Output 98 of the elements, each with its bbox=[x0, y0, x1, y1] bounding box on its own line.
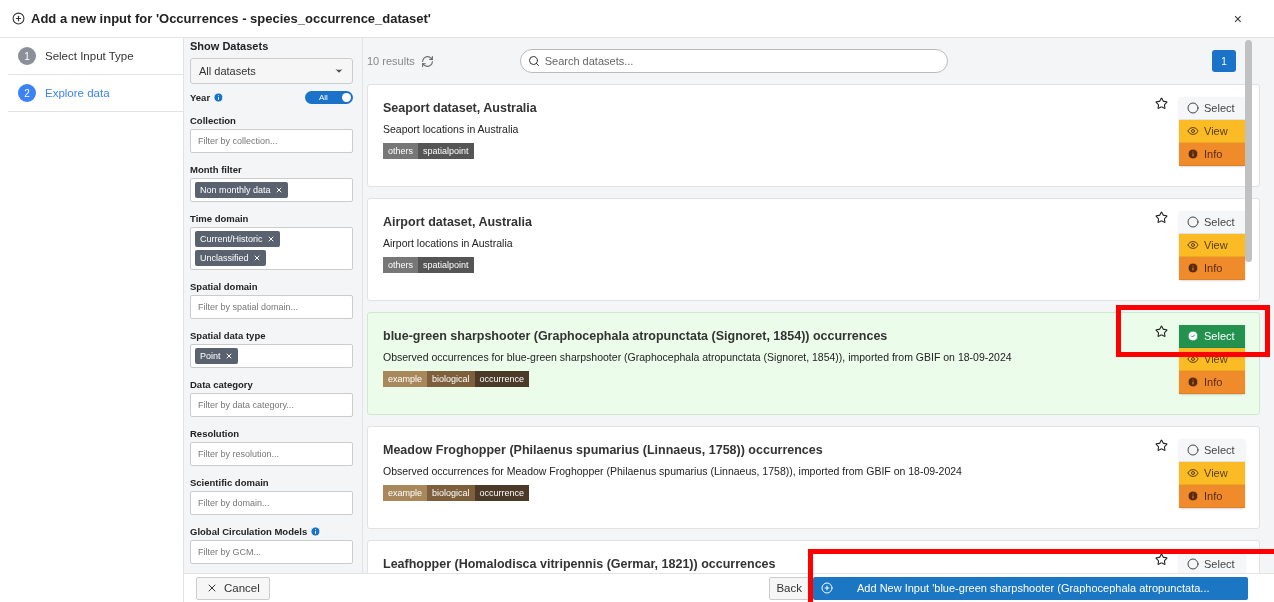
filter-chip[interactable]: Non monthly data bbox=[195, 182, 288, 198]
filter-label: Year bbox=[190, 92, 211, 103]
info-button[interactable]: Info bbox=[1179, 371, 1245, 394]
filter-field[interactable]: Non monthly data bbox=[190, 178, 353, 202]
step-item[interactable]: 2 Explore data bbox=[8, 75, 183, 112]
eye-icon bbox=[1187, 239, 1199, 251]
filter-field[interactable]: Filter by spatial domain... bbox=[190, 295, 353, 319]
refresh-icon[interactable] bbox=[420, 54, 434, 68]
star-icon[interactable] bbox=[1155, 211, 1168, 224]
dataset-select[interactable]: All datasets bbox=[190, 58, 353, 84]
dataset-description: Observed occurrences for Meadow Froghopper (Philaenus spumarius (Linnaeus, 1758)), imported from GBIF on 18-09-2024 bbox=[383, 465, 963, 477]
select-button[interactable]: Select bbox=[1179, 211, 1245, 234]
view-button[interactable]: View bbox=[1179, 120, 1245, 143]
dataset-tag: example bbox=[383, 485, 428, 501]
info-button[interactable]: Info bbox=[1179, 257, 1245, 280]
remove-icon[interactable] bbox=[274, 186, 283, 194]
year-toggle[interactable]: All bbox=[305, 91, 353, 104]
filter-label: Time domain bbox=[190, 213, 250, 224]
dataset-tag: occurrence bbox=[474, 371, 530, 387]
filter-label: Spatial domain bbox=[190, 281, 258, 292]
star-icon[interactable] bbox=[1155, 439, 1168, 452]
view-button[interactable]: View bbox=[1179, 462, 1245, 485]
remove-icon[interactable] bbox=[266, 235, 275, 243]
circle-icon bbox=[1187, 102, 1199, 114]
dataset-tag: others bbox=[383, 143, 418, 159]
filter-label: Month filter bbox=[190, 164, 243, 175]
close-button[interactable]: × bbox=[1233, 10, 1262, 27]
select-button[interactable]: Select bbox=[1179, 97, 1245, 120]
dataset-tag: biological bbox=[427, 371, 475, 387]
eye-icon bbox=[1187, 125, 1199, 137]
dataset-tag: occurrence bbox=[474, 485, 530, 501]
filter-chip[interactable]: Current/Historic bbox=[195, 231, 280, 247]
dataset-tag: spatialpoint bbox=[418, 143, 474, 159]
step-number: 2 bbox=[18, 84, 36, 102]
info-icon bbox=[1187, 262, 1199, 274]
dataset-tag: biological bbox=[427, 485, 475, 501]
caret-icon bbox=[334, 66, 344, 76]
dataset-tag: spatialpoint bbox=[418, 257, 474, 273]
results-count: 10 results bbox=[367, 55, 415, 67]
dataset-description: Observed occurrences for blue-green sharpshooter (Graphocephala atropunctata (Signoret, 1854)), imported from GBIF on 18-09-2024 bbox=[383, 351, 1013, 363]
add-input-button[interactable]: Add New Input 'blue-green sharpshooter (Graphocephala atropunctata... bbox=[813, 576, 1248, 600]
filter-label: Data category bbox=[190, 379, 253, 390]
back-button[interactable]: Back bbox=[769, 576, 809, 600]
filter-label: Show Datasets bbox=[190, 40, 270, 52]
filter-field[interactable]: Filter by collection... bbox=[190, 129, 353, 153]
filter-label: Global Circulation Models bbox=[190, 526, 308, 537]
circle-icon bbox=[1187, 216, 1199, 228]
step-label: Select Input Type bbox=[45, 50, 134, 62]
dataset-title: Leafhopper (Homalodisca vitripennis (Germar, 1821)) occurrences bbox=[383, 557, 777, 571]
dialog-title: Add a new input for 'Occurrences - species_occurrence_dataset' bbox=[31, 11, 432, 26]
star-icon[interactable] bbox=[1155, 97, 1168, 110]
filter-chip[interactable]: Point bbox=[195, 348, 238, 364]
filter-field[interactable]: Current/Historic Unclassified bbox=[190, 227, 353, 270]
filter-label: Scientific domain bbox=[190, 477, 269, 488]
star-icon[interactable] bbox=[1155, 325, 1168, 338]
filter-chip[interactable]: Unclassified bbox=[195, 250, 266, 266]
cancel-button[interactable]: Cancel bbox=[196, 576, 270, 600]
filter-field[interactable]: Filter by domain... bbox=[190, 491, 353, 515]
dataset-tag: others bbox=[383, 257, 418, 273]
step-item[interactable]: 1 Select Input Type bbox=[8, 38, 183, 75]
eye-icon bbox=[1187, 467, 1199, 479]
add-icon bbox=[12, 12, 25, 25]
view-button[interactable]: View bbox=[1179, 234, 1245, 257]
dataset-title: blue-green sharpshooter (Graphocephala atropunctata (Signoret, 1854)) occurrences bbox=[383, 329, 889, 343]
page-button[interactable]: 1 bbox=[1212, 50, 1236, 72]
dataset-title: Airport dataset, Australia bbox=[383, 215, 533, 229]
filter-field[interactable]: Point bbox=[190, 344, 353, 368]
search-icon bbox=[527, 55, 540, 67]
filter-field[interactable]: Filter by GCM... bbox=[190, 540, 353, 564]
check-circle-icon bbox=[1187, 330, 1199, 342]
info-icon bbox=[1187, 148, 1199, 160]
circle-icon bbox=[1187, 558, 1199, 570]
select-button[interactable]: Select bbox=[1179, 439, 1245, 462]
dataset-title: Seaport dataset, Australia bbox=[383, 101, 538, 115]
star-icon[interactable] bbox=[1155, 553, 1168, 566]
circle-icon bbox=[1187, 444, 1199, 456]
close-icon bbox=[206, 582, 218, 594]
info-button[interactable]: Info bbox=[1179, 143, 1245, 166]
dataset-tag: example bbox=[383, 371, 428, 387]
step-number: 1 bbox=[18, 47, 36, 65]
filter-label: Resolution bbox=[190, 428, 240, 439]
info-icon bbox=[1187, 376, 1199, 388]
dataset-title: Meadow Froghopper (Philaenus spumarius (Linnaeus, 1758)) occurrences bbox=[383, 443, 824, 457]
remove-icon[interactable] bbox=[252, 254, 261, 262]
select-button[interactable]: Select bbox=[1179, 553, 1245, 573]
filter-label: Collection bbox=[190, 115, 236, 126]
filter-field[interactable]: Filter by data category... bbox=[190, 393, 353, 417]
info-icon bbox=[1187, 490, 1199, 502]
remove-icon[interactable] bbox=[224, 352, 233, 360]
filter-label: Spatial data type bbox=[190, 330, 267, 341]
search-field[interactable]: Search datasets... bbox=[519, 49, 948, 73]
info-button[interactable]: Info bbox=[1179, 485, 1245, 508]
dataset-description: Airport locations in Australia bbox=[383, 237, 514, 249]
select-button[interactable]: Select bbox=[1179, 325, 1245, 348]
add-icon bbox=[821, 582, 833, 594]
step-label: Explore data bbox=[45, 87, 110, 99]
filter-field[interactable]: Filter by resolution... bbox=[190, 442, 353, 466]
dataset-description: Seaport locations in Australia bbox=[383, 123, 520, 135]
